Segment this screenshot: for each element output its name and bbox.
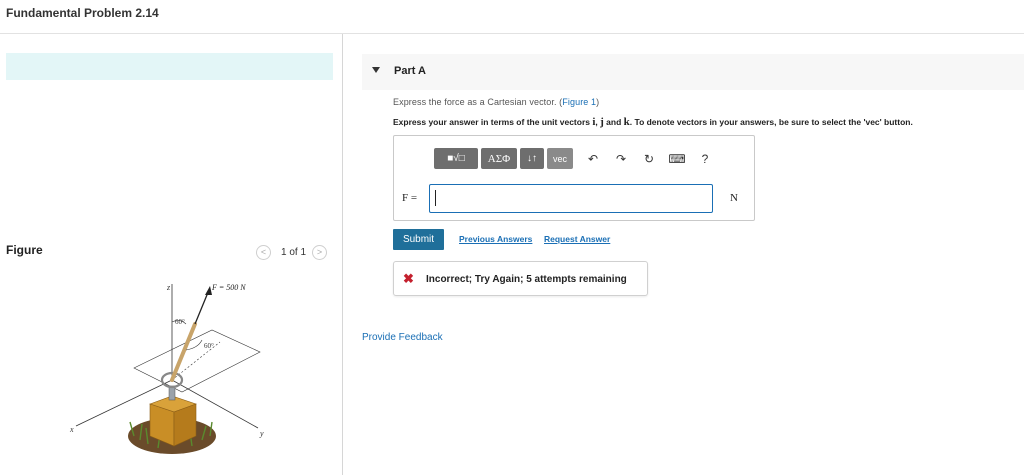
answer-box: ■√□ ΑΣΦ ↓↑ vec ↶ ↷ ↻ ⌨ ? F = N xyxy=(393,135,755,221)
reset-icon[interactable]: ↻ xyxy=(638,148,660,169)
submit-button[interactable]: Submit xyxy=(393,229,444,250)
help-icon[interactable]: ? xyxy=(694,148,716,169)
info-banner xyxy=(6,53,333,80)
answer-input[interactable] xyxy=(429,184,713,213)
part-title: Part A xyxy=(394,65,426,77)
page-title: Fundamental Problem 2.14 xyxy=(6,6,159,20)
request-answer-link[interactable]: Request Answer xyxy=(544,234,610,244)
force-label: F = 500 N xyxy=(211,283,246,292)
collapse-caret-icon[interactable] xyxy=(372,67,380,73)
panel-divider xyxy=(342,34,343,475)
z-axis-label: z xyxy=(166,283,171,292)
question-prompt: Express the force as a Cartesian vector.… xyxy=(393,97,599,107)
prompt-suffix: ) xyxy=(596,97,600,107)
sort-button[interactable]: ↓↑ xyxy=(520,148,544,169)
question-instruction: Express your answer in terms of the unit… xyxy=(393,116,913,128)
projection-plane xyxy=(133,329,261,393)
provide-feedback-link[interactable]: Provide Feedback xyxy=(362,332,443,343)
feedback-text: Incorrect; Try Again; 5 attempts remaini… xyxy=(426,274,627,285)
separator-2: and xyxy=(603,117,624,127)
figure-link[interactable]: Figure 1 xyxy=(562,97,596,107)
part-a-header[interactable]: Part A xyxy=(362,54,1024,90)
undo-icon[interactable]: ↶ xyxy=(582,148,604,169)
prev-figure-button[interactable]: < xyxy=(256,244,271,260)
prompt-prefix: Express the force as a Cartesian vector.… xyxy=(393,97,563,107)
feedback-message: ✖ Incorrect; Try Again; 5 attempts remai… xyxy=(393,261,648,296)
bolt-shaft xyxy=(168,385,176,401)
templates-button[interactable]: ■√□ xyxy=(434,148,478,169)
instruction-prefix: Express your answer in terms of the unit… xyxy=(393,117,593,127)
force-arrowhead xyxy=(205,286,212,295)
y-axis-label: y xyxy=(259,429,264,438)
error-x-icon: ✖ xyxy=(403,271,414,286)
page: Fundamental Problem 2.14 Figure < 1 of 1… xyxy=(0,0,1024,475)
rope xyxy=(170,322,197,382)
answer-unit: N xyxy=(730,192,738,204)
problem-figure: z x y F = 500 N 60° 60° xyxy=(69,283,264,454)
angle-y-label: 60° xyxy=(204,342,214,350)
force-arrow-shaft xyxy=(194,289,210,325)
x-axis-label: x xyxy=(69,425,74,434)
next-figure-button[interactable]: > xyxy=(312,244,328,260)
text-caret xyxy=(435,190,436,206)
vec-button[interactable]: vec xyxy=(547,148,573,169)
answer-variable-label: F = xyxy=(402,192,418,204)
figure-pager: < 1 of 1 > xyxy=(256,244,328,260)
figure-count: 1 of 1 xyxy=(281,246,307,258)
greek-button[interactable]: ΑΣΦ xyxy=(481,148,517,169)
instruction-suffix: . To denote vectors in your answers, be … xyxy=(629,117,913,127)
redo-icon[interactable]: ↷ xyxy=(610,148,632,169)
keyboard-icon[interactable]: ⌨ xyxy=(666,148,688,169)
previous-answers-link[interactable]: Previous Answers xyxy=(459,234,532,244)
math-toolbar: ■√□ ΑΣΦ ↓↑ vec ↶ ↷ ↻ ⌨ ? xyxy=(434,148,716,169)
header-divider xyxy=(0,33,1024,34)
figure-label: Figure xyxy=(6,243,43,257)
angle-z-label: 60° xyxy=(175,318,185,326)
